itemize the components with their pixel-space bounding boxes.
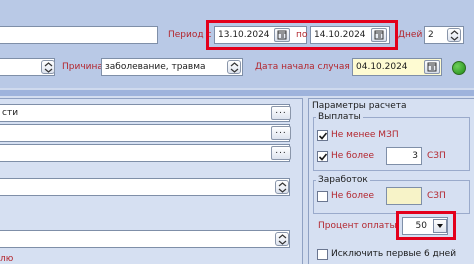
period-from-label: Период с — [168, 30, 212, 40]
start-date-calendar-button[interactable] — [424, 60, 440, 74]
left-field-1[interactable]: сти — [0, 104, 290, 122]
days-value: 2 — [428, 30, 434, 40]
payments-title: Выплаты — [316, 112, 363, 122]
earnings-not-more-input[interactable] — [386, 187, 422, 205]
checkmark-icon — [318, 132, 328, 140]
earnings-title: Заработок — [316, 175, 370, 185]
exclude-first-days-checkbox[interactable] — [317, 249, 328, 260]
calendar-icon — [374, 30, 384, 40]
payment-percent-label: Процент оплаты — [318, 221, 397, 231]
left-field-2[interactable] — [0, 124, 290, 142]
header-divider — [0, 90, 474, 96]
payments-not-more-checkbox[interactable] — [317, 151, 328, 162]
date-from-input[interactable]: 13.10.2024 — [214, 26, 307, 44]
spin-icon — [278, 182, 287, 193]
reason-select[interactable]: заболевание, травма — [101, 58, 243, 76]
header-band — [0, 0, 474, 90]
green-status-icon — [452, 61, 466, 75]
earnings-not-more-label: Не более — [331, 191, 375, 201]
payments-not-more-input[interactable]: 3 — [386, 147, 422, 165]
left-select-5-button[interactable] — [275, 232, 289, 246]
date-to-value: 14.10.2024 — [314, 30, 366, 40]
top-left-field[interactable] — [0, 26, 158, 44]
spin-icon — [278, 234, 287, 245]
spin-icon — [44, 62, 53, 73]
min-wage-label: Не менее МЗП — [331, 130, 399, 140]
calc-params-title: Параметры расчета — [312, 101, 407, 111]
exclude-first-days-label: Исключить первые 6 дней — [331, 249, 457, 259]
left-bottom-text: лю — [0, 254, 14, 264]
left-select-4[interactable] — [0, 178, 290, 196]
date-from-calendar-button[interactable] — [274, 28, 290, 42]
period-to-label: по — [296, 30, 308, 40]
start-date-label: Дата начала случая — [255, 62, 350, 72]
spin-icon — [230, 62, 239, 73]
left-field-3-browse-button[interactable]: ... — [271, 146, 291, 160]
payment-percent-value: 50 — [415, 221, 427, 231]
calendar-icon — [277, 30, 287, 40]
left-field-3[interactable] — [0, 144, 290, 162]
spin-icon — [450, 30, 459, 41]
date-to-calendar-button[interactable] — [371, 28, 387, 42]
left-field-2-browse-button[interactable]: ... — [271, 126, 291, 140]
reason-value: заболевание, травма — [105, 62, 206, 72]
date-from-value: 13.10.2024 — [218, 30, 270, 40]
left-field-1-browse-button[interactable]: ... — [271, 106, 291, 120]
start-date-value: 04.10.2024 — [356, 62, 408, 72]
payments-not-more-value: 3 — [412, 151, 418, 161]
earnings-not-more-checkbox[interactable] — [317, 191, 328, 202]
checkmark-icon — [318, 153, 328, 161]
reason-select-button[interactable] — [227, 60, 241, 74]
left-field-1-text: сти — [2, 108, 19, 118]
min-wage-checkbox[interactable] — [317, 130, 328, 141]
earnings-szp-unit: СЗП — [427, 191, 446, 201]
payments-not-more-label: Не более — [331, 151, 375, 161]
payments-szp-unit: СЗП — [427, 151, 446, 161]
days-label: Дней — [398, 30, 423, 40]
calendar-icon — [427, 62, 437, 72]
payment-percent-dropdown-button[interactable] — [433, 219, 447, 233]
left-select-4-button[interactable] — [275, 180, 289, 194]
left-select-5[interactable] — [0, 230, 290, 248]
row2-left-select-button[interactable] — [41, 60, 55, 74]
days-spin-button[interactable] — [447, 28, 461, 42]
reason-label: Причина — [62, 62, 103, 72]
chevron-down-icon — [437, 224, 443, 228]
